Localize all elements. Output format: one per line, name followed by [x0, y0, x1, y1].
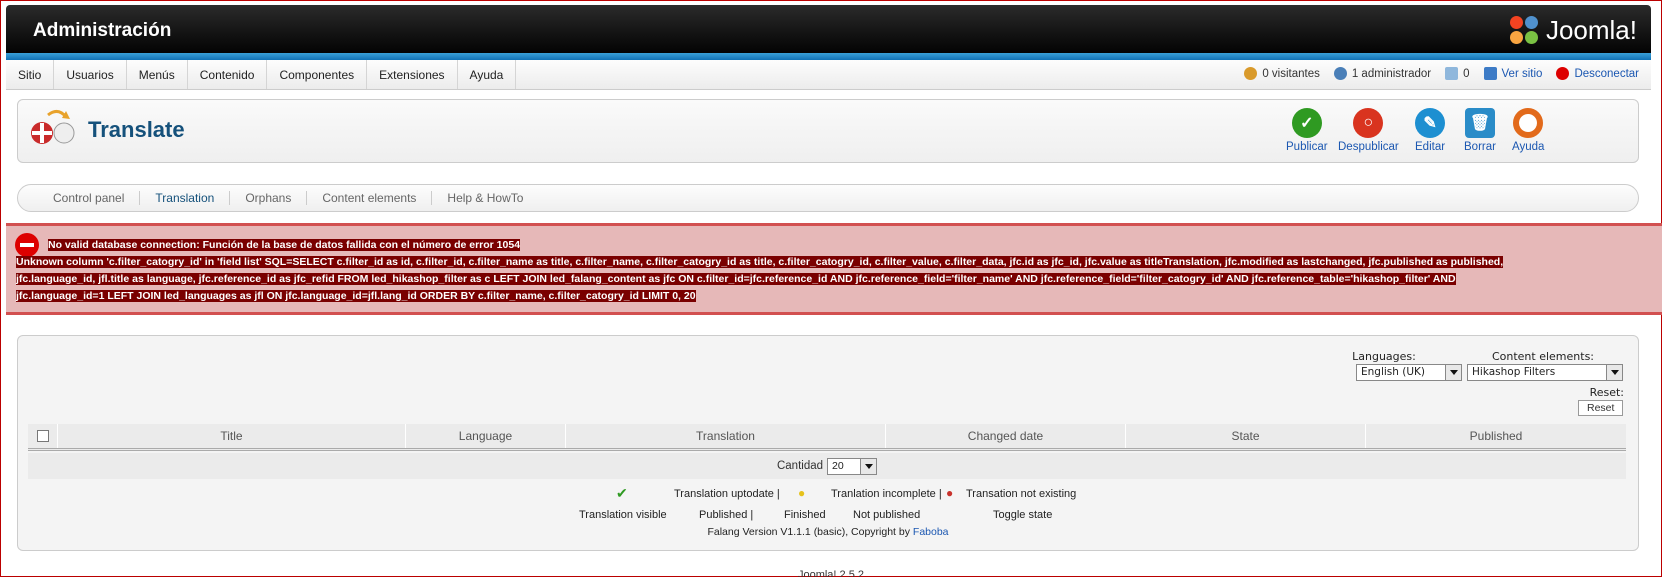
- joomla-logo[interactable]: Joomla!: [1509, 15, 1637, 46]
- error-line-2: Unknown column 'c.filter_catogry_id' in …: [16, 256, 1504, 268]
- falang-version: Falang Version V1.1.1 (basic), Copyright…: [707, 526, 949, 538]
- status-admins: 1 administrador: [1333, 67, 1431, 80]
- logout-link[interactable]: Desconectar: [1556, 67, 1639, 80]
- header-accent-bar: [6, 53, 1651, 60]
- trash-icon: 🗑: [1464, 108, 1495, 138]
- menu-componentes[interactable]: Componentes: [267, 60, 368, 89]
- page-title: Translate: [88, 117, 185, 142]
- menu-usuarios[interactable]: Usuarios: [54, 60, 127, 89]
- tab-control-panel[interactable]: Control panel: [38, 191, 141, 205]
- languages-label: Languages:: [1352, 350, 1416, 363]
- joomla-logo-text: Joomla!: [1545, 15, 1637, 45]
- unpublish-icon: ○: [1353, 108, 1384, 138]
- tab-content-elements[interactable]: Content elements: [307, 191, 433, 205]
- error-line-1: No valid database connection: Función de…: [48, 239, 521, 251]
- admin-icon: [1333, 67, 1347, 80]
- reset-label: Reset:: [1589, 386, 1624, 399]
- toolbar-box: Translate ✓ Publicar ○ Despublicar ✎ Edi…: [17, 99, 1639, 163]
- tab-help-howto[interactable]: Help & HowTo: [432, 191, 538, 205]
- legend-published: Published |: [699, 509, 754, 521]
- logout-icon: [1556, 67, 1570, 80]
- view-site-link[interactable]: Ver sitio: [1483, 67, 1542, 80]
- delete-button[interactable]: 🗑 Borrar: [1464, 108, 1496, 153]
- menu-extensiones[interactable]: Extensiones: [367, 60, 458, 89]
- publish-icon: ✓: [1291, 108, 1322, 138]
- col-changed-date[interactable]: Changed date: [886, 424, 1126, 448]
- legend-visible: Translation visible: [579, 509, 667, 521]
- legend-not-published: Not published: [853, 509, 921, 521]
- red-dot-icon: ●: [946, 486, 954, 500]
- translate-icon: [31, 110, 75, 144]
- checkmark-icon: ✔: [616, 485, 628, 501]
- edit-button[interactable]: ✎ Editar: [1415, 108, 1445, 153]
- faboba-link[interactable]: Faboba: [913, 526, 949, 538]
- menu-contenido[interactable]: Contenido: [188, 60, 268, 89]
- error-icon: [15, 233, 39, 257]
- reset-button[interactable]: Reset: [1578, 400, 1624, 416]
- legend-finished: Finished: [784, 509, 826, 521]
- select-all-checkbox[interactable]: [36, 430, 49, 442]
- pagination-label: Cantidad: [776, 460, 824, 472]
- languages-select[interactable]: English (UK): [1356, 364, 1462, 381]
- col-published[interactable]: Published: [1366, 424, 1626, 448]
- error-line-3: jfc.language_id, jfl.title as language, …: [16, 273, 1456, 285]
- legend-incomplete: Tranlation incomplete |: [831, 488, 942, 500]
- admin-header: Administración Joomla!: [6, 5, 1651, 57]
- status-visitors: 0 visitantes: [1244, 67, 1320, 80]
- menu-menus[interactable]: Menús: [127, 60, 188, 89]
- help-button[interactable]: Ayuda: [1512, 108, 1544, 153]
- error-line-4: jfc.language_id=1 LEFT JOIN led_language…: [16, 290, 696, 302]
- legend-not-existing: Transation not existing: [966, 488, 1077, 500]
- lightbulb-icon: ●: [798, 486, 806, 500]
- col-title[interactable]: Title: [58, 424, 406, 448]
- pagination-limit-select[interactable]: 20: [827, 457, 878, 475]
- status-bar: 0 visitantes 1 administrador 0 Ver sitio…: [1244, 67, 1639, 80]
- menu-ayuda[interactable]: Ayuda: [458, 60, 517, 89]
- menu-sitio[interactable]: Sitio: [6, 60, 55, 89]
- users-icon: [1244, 67, 1258, 80]
- joomla-logo-icon: [1509, 15, 1540, 46]
- pagination-bar: Cantidad 20: [28, 453, 1626, 479]
- monitor-icon: [1483, 67, 1497, 80]
- joomla-version: Joomla! 2.5.2: [797, 569, 865, 577]
- content-elements-label: Content elements:: [1491, 350, 1595, 363]
- content-elements-select[interactable]: Hikashop Filters: [1467, 364, 1623, 381]
- legend-uptodate: Translation uptodate |: [674, 488, 780, 500]
- admin-title: Administración: [33, 20, 172, 41]
- legend-toggle: Toggle state: [993, 509, 1053, 521]
- chevron-down-icon: [1445, 365, 1461, 380]
- translation-panel: Languages: English (UK) Content elements…: [17, 335, 1639, 551]
- col-language[interactable]: Language: [406, 424, 566, 448]
- publish-button[interactable]: ✓ Publicar: [1286, 108, 1328, 153]
- unpublish-button[interactable]: ○ Despublicar: [1338, 108, 1399, 153]
- error-message: No valid database connection: Función de…: [6, 223, 1662, 315]
- tab-orphans[interactable]: Orphans: [230, 191, 308, 205]
- help-icon: [1513, 108, 1544, 138]
- col-translation[interactable]: Translation: [566, 424, 886, 448]
- edit-icon: ✎: [1415, 108, 1446, 138]
- chevron-down-icon: [860, 458, 877, 474]
- status-messages[interactable]: 0: [1445, 67, 1470, 80]
- col-state[interactable]: State: [1126, 424, 1366, 448]
- component-subnav: Control panel Translation Orphans Conten…: [17, 184, 1639, 212]
- table-header: Title Language Translation Changed date …: [28, 424, 1626, 451]
- mail-icon: [1445, 67, 1459, 80]
- chevron-down-icon: [1606, 365, 1622, 380]
- select-all-cell: [28, 424, 58, 448]
- tab-translation[interactable]: Translation: [140, 191, 231, 205]
